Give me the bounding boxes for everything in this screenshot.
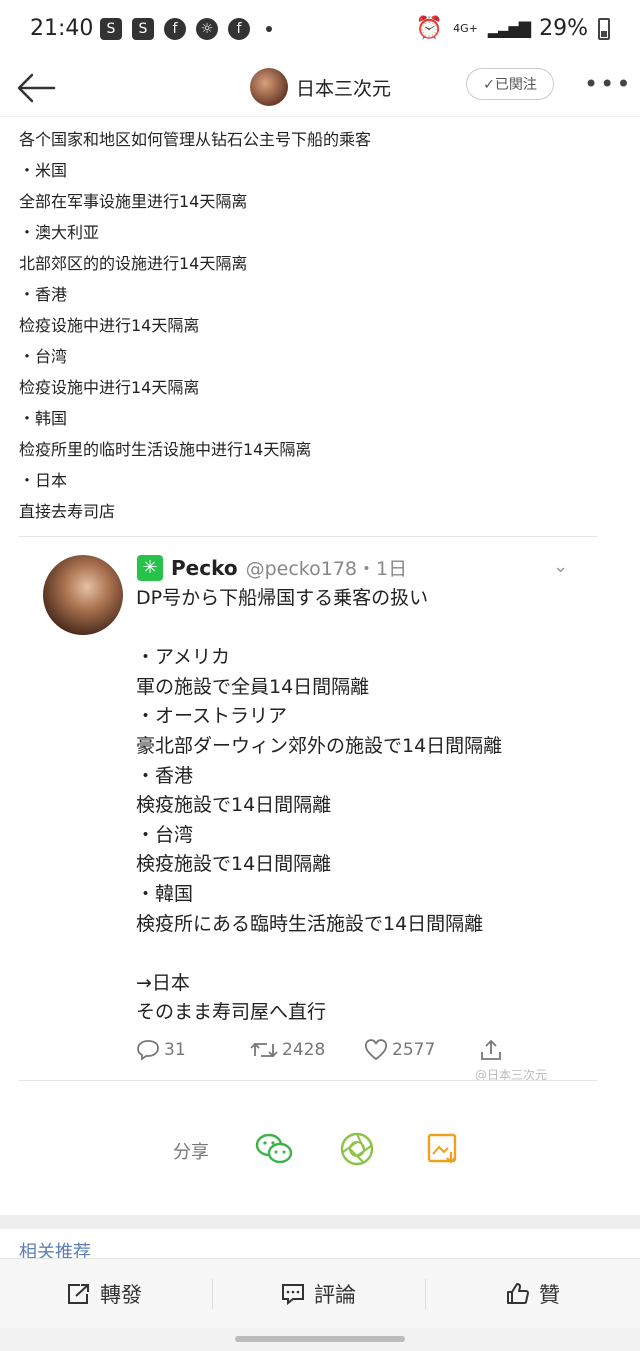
like-count: 2577 (392, 1040, 436, 1060)
tweet-line: ・韓国 (136, 882, 194, 905)
repost-icon (68, 1284, 89, 1304)
reply-icon (137, 1040, 159, 1061)
post-line: 检疫设施中进行14天隔离 (19, 378, 200, 397)
moments-share-button[interactable] (338, 1130, 376, 1168)
battery-percent: 29% (539, 16, 588, 41)
post-line: 北部郊区的的设施进行14天隔离 (19, 254, 248, 273)
back-arrow-icon (17, 73, 56, 103)
divider (19, 1080, 597, 1081)
divider (212, 1279, 213, 1309)
tweet-line: ・香港 (136, 764, 194, 787)
account-avatar[interactable] (250, 68, 288, 106)
post-content: 各个国家和地区如何管理从钻石公主号下船的乘客 ・米国 全部在军事设施里进行14天… (19, 124, 619, 527)
wechat-share-button[interactable] (255, 1130, 293, 1168)
tweet-actions: 31 2428 2577 (136, 1038, 503, 1062)
repost-label: 轉發 (100, 1283, 142, 1307)
share-label: 分享 (173, 1142, 209, 1163)
post-line: ・韩国 (19, 409, 68, 428)
retweet-icon (250, 1042, 278, 1058)
divider (19, 536, 597, 537)
more-options-icon[interactable]: ••• (584, 70, 632, 98)
tweet-handle: @pecko178・1日 (245, 558, 408, 580)
post-line: ・香港 (19, 285, 68, 304)
section-separator (0, 1215, 640, 1229)
tweet-line: そのまま寿司屋へ直行 (136, 1001, 327, 1024)
tweet-body: DP号から下船帰国する乗客の扱い ・アメリカ 軍の施設で全員14日間隔離 ・オー… (136, 584, 502, 1028)
tweet-line: 検疫施設で14日間隔離 (136, 853, 332, 876)
notification-icons: S S f ☼ f (100, 18, 272, 40)
tweet-retweet: 2428 (250, 1039, 364, 1061)
battery-icon (598, 17, 610, 40)
wechat-icon (255, 1133, 293, 1164)
tweet-line: 検疫施設で14日間隔離 (136, 794, 332, 817)
tweet-author-name: Pecko (171, 555, 238, 580)
heart-icon (364, 1039, 388, 1061)
repost-button[interactable]: 轉發 (66, 1259, 142, 1329)
account-name[interactable]: 日本三次元 (296, 74, 391, 101)
weather-icon: ☼ (196, 18, 218, 40)
alarm-icon: ⏰ (415, 16, 444, 41)
home-gesture-handle[interactable] (235, 1336, 405, 1342)
network-type: 4G+ (453, 22, 478, 35)
tweet-line (136, 939, 502, 969)
tweet-line: ・台湾 (136, 823, 194, 846)
tweet-line: 検疫所にある臨時生活施設で14日間隔離 (136, 912, 484, 935)
header-bar: 日本三次元 ✓已関注 ••• (0, 60, 640, 117)
like-button[interactable]: 贊 (505, 1259, 560, 1329)
post-line: 检疫所里的临时生活设施中进行14天隔离 (19, 440, 312, 459)
share-row: 分享 (0, 1120, 640, 1180)
comment-label: 評論 (314, 1283, 356, 1307)
post-line: 各个国家和地区如何管理从钻石公主号下船的乘客 (19, 130, 372, 149)
signal-icon: ▂▃▅▇ (487, 19, 531, 38)
post-line: 全部在军事设施里进行14天隔离 (19, 192, 248, 211)
comment-button[interactable]: 評論 (280, 1259, 356, 1329)
divider (425, 1279, 426, 1309)
comment-icon (282, 1284, 304, 1306)
tweet-line: DP号から下船帰国する乗客の扱い (136, 587, 429, 609)
tweet-line: ・オーストラリア (136, 705, 288, 728)
tweet-like: 2577 (364, 1039, 479, 1061)
post-line: ・米国 (19, 161, 68, 180)
tweet-line: 軍の施設で全員14日間隔離 (136, 675, 370, 698)
post-line: ・日本 (19, 471, 68, 490)
embedded-tweet-image[interactable]: ✳ Pecko @pecko178・1日 ⌄ DP号から下船帰国する乗客の扱い … (19, 540, 599, 1082)
chevron-down-icon: ⌄ (553, 556, 569, 577)
tweet-avatar (43, 555, 123, 635)
post-line: 检疫设施中进行14天隔离 (19, 316, 200, 335)
following-button[interactable]: ✓已関注 (466, 68, 554, 100)
s-app-icon: S (100, 18, 122, 40)
shopping-bag-icon: S (132, 18, 154, 40)
facebook-icon: f (164, 18, 186, 40)
tweet-line: →日本 (136, 971, 190, 994)
tweet-share (479, 1038, 503, 1062)
tweet-app-icon: ✳ (137, 554, 163, 581)
system-icons: ⏰ 4G+ ▂▃▅▇ 29% (416, 16, 610, 41)
thumbs-up-icon (507, 1283, 529, 1304)
save-image-button[interactable] (424, 1130, 462, 1168)
back-button[interactable] (14, 68, 58, 108)
post-line: 直接去寿司店 (19, 502, 116, 521)
upload-share-icon (481, 1039, 501, 1060)
status-time: 21:40 (30, 16, 94, 41)
more-notifications-dot (266, 26, 272, 32)
like-label: 贊 (539, 1283, 560, 1307)
status-bar: 21:40 S S f ☼ f ⏰ 4G+ ▂▃▅▇ 29% (0, 0, 640, 60)
save-image-icon (427, 1133, 457, 1164)
facebook-icon-2: f (228, 18, 250, 40)
reply-count: 31 (164, 1040, 186, 1060)
tweet-reply: 31 (136, 1039, 250, 1061)
tweet-header: ✳ Pecko @pecko178・1日 (137, 554, 407, 581)
bottom-action-bar: 轉發 評論 贊 (0, 1258, 640, 1329)
retweet-count: 2428 (282, 1040, 326, 1060)
post-line: ・澳大利亚 (19, 223, 100, 242)
post-line: ・台湾 (19, 347, 68, 366)
moments-icon (340, 1132, 374, 1166)
tweet-line: ・アメリカ (136, 646, 231, 669)
gesture-bar (0, 1328, 640, 1351)
tweet-line: 豪北部ダーウィン郊外の施設で14日間隔離 (136, 734, 503, 757)
tweet-line (136, 614, 502, 644)
